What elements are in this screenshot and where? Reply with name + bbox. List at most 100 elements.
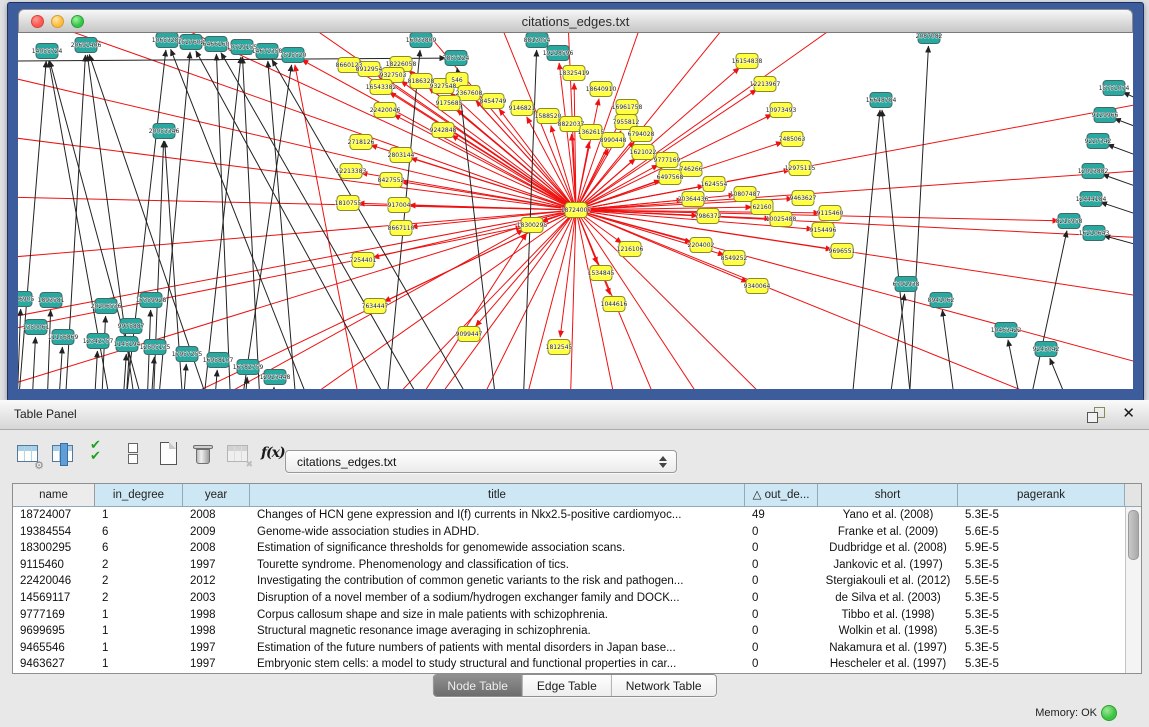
- svg-text:1534845: 1534845: [588, 270, 615, 277]
- table-cell: 1997: [183, 557, 250, 574]
- delete-table-icon[interactable]: [226, 441, 253, 468]
- svg-text:8454749: 8454749: [480, 98, 507, 105]
- svg-text:62160: 62160: [752, 204, 771, 211]
- new-column-icon[interactable]: [156, 441, 183, 468]
- svg-text:20206536: 20206536: [91, 303, 122, 310]
- table-cell: 14569117: [13, 590, 95, 607]
- svg-text:19218596: 19218596: [543, 50, 574, 57]
- table-cell: 5.3E-5: [958, 607, 1125, 624]
- svg-text:22420046: 22420046: [370, 107, 401, 114]
- svg-text:12505135: 12505135: [140, 344, 171, 351]
- clear-selection-icon[interactable]: [121, 441, 148, 468]
- column-header-year[interactable]: year: [183, 484, 250, 506]
- svg-text:9242848: 9242848: [430, 127, 457, 134]
- tab-network-table[interactable]: Network Table: [612, 675, 716, 696]
- table-cell: 0: [745, 540, 818, 557]
- table-toolbar: citations_edges.txt: [0, 432, 1149, 478]
- svg-text:20053346: 20053346: [149, 128, 180, 135]
- svg-text:1527602: 1527602: [178, 39, 205, 46]
- column-edit-icon[interactable]: [51, 441, 78, 468]
- table-row[interactable]: 1872400712008Changes of HCN gene express…: [13, 507, 1141, 524]
- svg-text:9175685: 9175685: [436, 100, 463, 107]
- table-cell: Estimation of the future numbers of pati…: [250, 640, 745, 657]
- table-cell: Structural magnetic resonance image aver…: [250, 623, 745, 640]
- table-row[interactable]: 1456911722003Disruption of a novel membe…: [13, 590, 1141, 607]
- table-cell: Genome-wide association studies in ADHD.: [250, 524, 745, 541]
- svg-text:9327548: 9327548: [430, 83, 457, 90]
- svg-text:16782759: 16782759: [233, 364, 264, 371]
- table-row[interactable]: 969969511998Structural magnetic resonanc…: [13, 623, 1141, 640]
- table-cell: 9463627: [13, 656, 95, 673]
- table-cell: Dudbridge et al. (2008): [818, 540, 958, 557]
- status-bar: Memory: OK: [0, 700, 1149, 727]
- table-cell: 2008: [183, 507, 250, 524]
- tab-node-table[interactable]: Node Table: [433, 675, 523, 696]
- table-cell: 9699695: [13, 623, 95, 640]
- network-canvas-wrap[interactable]: 1872400714055724206914061065328715276026…: [18, 33, 1133, 389]
- svg-text:8813054: 8813054: [524, 37, 551, 44]
- scrollbar-thumb[interactable]: [1128, 510, 1139, 560]
- float-panel-icon[interactable]: [1087, 407, 1105, 423]
- table-row[interactable]: 911546021997Tourette syndrome. Phenomeno…: [13, 557, 1141, 574]
- table-cell: 1: [95, 640, 183, 657]
- svg-text:16958107: 16958107: [203, 357, 234, 364]
- svg-text:9696551: 9696551: [829, 248, 856, 255]
- node-table: namein_degreeyeartitle△ out_de...shortpa…: [12, 483, 1142, 674]
- delete-column-icon[interactable]: [191, 441, 218, 468]
- column-header-out-de-[interactable]: △ out_de...: [745, 484, 818, 506]
- svg-text:1350061: 1350061: [23, 324, 50, 331]
- svg-text:12975115: 12975115: [785, 165, 816, 172]
- table-cell: Stergiakouli et al. (2012): [818, 573, 958, 590]
- network-canvas[interactable]: 1872400714055724206914061065328715276026…: [18, 33, 1133, 389]
- table-panel: Table Panel ✕ citations_edges.txt namein…: [0, 400, 1149, 727]
- svg-text:12093882: 12093882: [1078, 168, 1109, 175]
- table-cell: 6: [95, 524, 183, 541]
- svg-text:2204002: 2204002: [688, 242, 715, 249]
- table-cell: 9465546: [13, 640, 95, 657]
- table-row[interactable]: 946362711997Embryonic stem cells: a mode…: [13, 656, 1141, 673]
- tab-edge-table[interactable]: Edge Table: [523, 675, 612, 696]
- svg-text:16033809: 16033809: [406, 37, 437, 44]
- svg-text:8822037: 8822037: [558, 121, 585, 128]
- network-view-window: citations_edges.txt 18724007140557242069…: [7, 2, 1144, 402]
- column-header-pagerank[interactable]: pagerank: [958, 484, 1125, 506]
- table-row[interactable]: 946554611997Estimation of the future num…: [13, 640, 1141, 657]
- table-cell: 1: [95, 623, 183, 640]
- table-cell: de Silva et al. (2003): [818, 590, 958, 607]
- table-cell: 5.3E-5: [958, 623, 1125, 640]
- table-cell: Embryonic stem cells: a model to study s…: [250, 656, 745, 673]
- table-cell: 0: [745, 656, 818, 673]
- table-settings-icon[interactable]: [16, 441, 43, 468]
- column-header-title[interactable]: title: [250, 484, 745, 506]
- svg-text:10025488: 10025488: [766, 216, 797, 223]
- close-panel-icon[interactable]: ✕: [1122, 404, 1135, 422]
- column-header-name[interactable]: name: [13, 484, 95, 506]
- table-row[interactable]: 1830029562008Estimation of significance …: [13, 540, 1141, 557]
- table-row[interactable]: 2242004622012Investigating the contribut…: [13, 573, 1141, 590]
- svg-text:7634447: 7634447: [362, 303, 389, 310]
- svg-text:16961758: 16961758: [612, 104, 643, 111]
- function-builder-icon[interactable]: [261, 441, 288, 468]
- table-cell: 0: [745, 623, 818, 640]
- table-cell: 5.6E-5: [958, 524, 1125, 541]
- table-row[interactable]: 977716911998Corpus callosum shape and si…: [13, 607, 1141, 624]
- table-tabs: Node TableEdge TableNetwork Table: [432, 674, 716, 697]
- svg-text:12444184: 12444184: [1076, 196, 1107, 203]
- table-select-dropdown[interactable]: citations_edges.txt: [285, 450, 677, 473]
- table-select-value: citations_edges.txt: [297, 455, 396, 469]
- window-titlebar[interactable]: citations_edges.txt: [18, 9, 1133, 33]
- svg-text:1624554: 1624554: [701, 181, 728, 188]
- column-header-short[interactable]: short: [818, 484, 958, 506]
- select-rows-icon[interactable]: [86, 441, 113, 468]
- table-cell: Franke et al. (2009): [818, 524, 958, 541]
- column-header-in-degree[interactable]: in_degree: [95, 484, 183, 506]
- table-row[interactable]: 1938455462009Genome-wide association stu…: [13, 524, 1141, 541]
- svg-text:9327503: 9327503: [380, 72, 407, 79]
- table-scrollbar[interactable]: [1125, 507, 1141, 673]
- memory-status-indicator: [1101, 705, 1117, 721]
- svg-text:6791938: 6791938: [893, 281, 920, 288]
- svg-text:9154496: 9154496: [810, 227, 837, 234]
- svg-text:9099447: 9099447: [456, 331, 483, 338]
- table-cell: 0: [745, 573, 818, 590]
- svg-text:7485063: 7485063: [779, 136, 806, 143]
